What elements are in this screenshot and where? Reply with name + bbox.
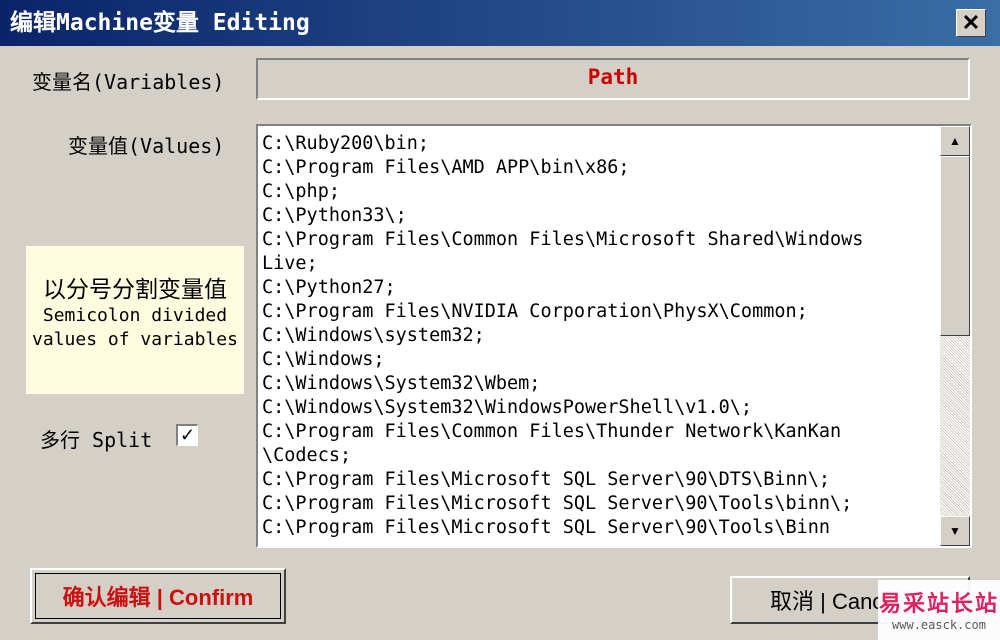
title-bar[interactable]: 编辑Machine变量 Editing ✕ [0,0,1000,46]
value-line: C:\Windows\system32; [262,325,485,346]
value-line: C:\Python33\; [262,205,407,226]
variable-name-label: 变量名(Variables) [32,70,225,94]
value-line: C:\Program Files\AMD APP\bin\x86; [262,157,630,178]
close-button[interactable]: ✕ [956,9,986,37]
site-watermark: 易采站长站 www.easck.com [878,580,1000,640]
value-line: C:\php; [262,181,340,202]
arrow-down-icon: ▼ [949,524,961,538]
value-line: C:\Program Files\Microsoft SQL Server\90… [262,493,853,514]
variable-name-field[interactable]: Path [256,58,970,100]
confirm-button[interactable]: 确认编辑 | Confirm [30,568,286,624]
scroll-down-button[interactable]: ▼ [940,516,970,546]
close-icon: ✕ [961,10,981,35]
value-line: C:\Windows\System32\WindowsPowerShell\v1… [262,397,753,418]
value-line: \Codecs; [262,445,352,466]
split-label: 多行 Split [40,428,153,452]
hint-text-chinese: 以分号分割变量值 [43,276,227,302]
window-title: 编辑Machine变量 Editing [10,10,310,36]
hint-panel: 以分号分割变量值 Semicolon divided values of var… [26,246,244,394]
variable-values-text[interactable]: C:\Ruby200\bin; C:\Program Files\AMD APP\… [262,132,938,540]
value-line: C:\Program Files\Microsoft SQL Server\90… [262,469,831,490]
variable-values-textarea[interactable]: C:\Ruby200\bin; C:\Program Files\AMD APP\… [256,124,972,548]
value-line: C:\Python27; [262,277,396,298]
value-line: C:\Ruby200\bin; [262,133,430,154]
scroll-up-button[interactable]: ▲ [940,126,970,156]
value-line: C:\Windows\System32\Wbem; [262,373,541,394]
edit-variable-dialog: 编辑Machine变量 Editing ✕ 变量名(Variables) Pat… [0,0,1000,640]
value-line: C:\Program Files\Common Files\Microsoft … [262,229,864,250]
value-line: Live; [262,253,318,274]
values-scrollbar[interactable]: ▲ ▼ [940,126,970,546]
value-line: C:\Program Files\Common Files\Thunder Ne… [262,421,842,442]
checkmark-icon: ✓ [179,425,196,445]
value-line: C:\Windows; [262,349,385,370]
watermark-url: www.easck.com [892,618,986,632]
watermark-logo-text: 易采站长站 [878,591,999,617]
hint-text-english: Semicolon divided values of variables [32,305,238,350]
variable-values-label: 变量值(Values) [68,134,225,158]
value-line: C:\Program Files\NVIDIA Corporation\Phys… [262,301,808,322]
split-checkbox[interactable]: ✓ [176,424,198,446]
value-line: C:\Program Files\Microsoft SQL Server\90… [262,517,831,538]
arrow-up-icon: ▲ [949,134,961,148]
scroll-thumb[interactable] [940,156,970,336]
